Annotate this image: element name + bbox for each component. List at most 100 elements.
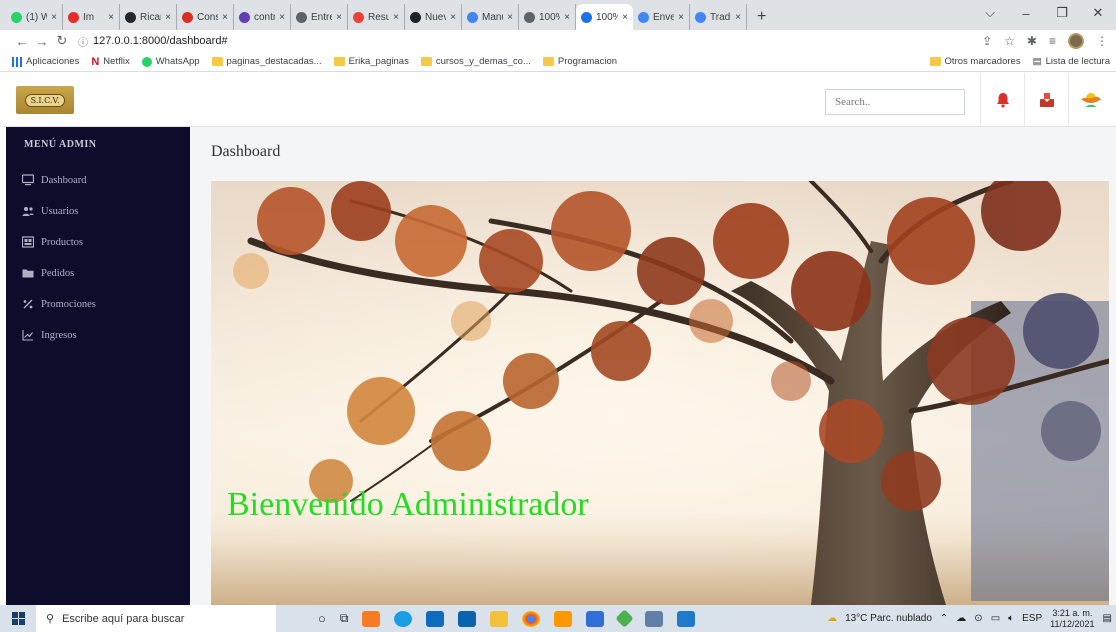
- tab-close-icon[interactable]: ×: [735, 12, 741, 23]
- tab-close-icon[interactable]: ×: [108, 12, 114, 23]
- bookmark-item[interactable]: cursos_y_demas_co...: [420, 56, 531, 67]
- tab-search-icon[interactable]: ⌵: [972, 5, 1008, 21]
- reading-list-button[interactable]: ▤ Lista de lectura: [1033, 56, 1110, 67]
- tab-title: Result: [368, 11, 389, 23]
- browser-tab[interactable]: Result ×: [348, 4, 405, 30]
- user-menu-button[interactable]: [1068, 73, 1112, 127]
- store-app-icon[interactable]: [426, 610, 445, 627]
- bookmark-item[interactable]: Programacion: [542, 56, 618, 67]
- browser-tab[interactable]: contro ×: [234, 4, 291, 30]
- sidebar-item-dashboard[interactable]: Dashboard: [22, 174, 87, 186]
- sidebar-item-label: Promociones: [41, 298, 96, 310]
- weather-text[interactable]: 13°C Parc. nublado: [845, 613, 932, 624]
- bookmark-item[interactable]: Erika_paginas: [333, 56, 409, 67]
- restore-button[interactable]: ❐: [1044, 5, 1080, 21]
- browser-tab[interactable]: Conso ×: [177, 4, 234, 30]
- vscode-app-icon[interactable]: [677, 610, 696, 627]
- search-icon: ⚲: [46, 613, 55, 625]
- share-icon[interactable]: ⇪: [982, 34, 992, 48]
- tab-close-icon[interactable]: ×: [165, 12, 171, 23]
- paint-app-icon[interactable]: [645, 610, 664, 627]
- volume-icon[interactable]: 🔈︎: [1008, 613, 1014, 624]
- tab-close-icon[interactable]: ×: [450, 12, 456, 23]
- sidebar-item-pedidos[interactable]: Pedidos: [22, 267, 74, 279]
- sublime-app-icon[interactable]: [554, 610, 573, 627]
- explorer-app-icon[interactable]: [490, 610, 509, 627]
- bookmark-label: Programacion: [557, 56, 618, 67]
- display-icon[interactable]: ▭: [991, 613, 1000, 624]
- browser-tab[interactable]: 100% ×: [519, 4, 576, 30]
- xampp-app-icon[interactable]: [362, 610, 381, 627]
- other-bookmarks-folder[interactable]: Otros marcadores: [929, 56, 1021, 67]
- cortana-icon[interactable]: ○: [318, 611, 326, 626]
- bookmark-item[interactable]: Aplicaciones: [12, 56, 79, 67]
- tab-close-icon[interactable]: ×: [393, 12, 399, 23]
- chrome-app-icon[interactable]: [522, 610, 541, 627]
- system-clock[interactable]: 3:21 a. m. 11/12/2021: [1050, 608, 1094, 630]
- bookmark-item[interactable]: WhatsApp: [141, 56, 200, 67]
- tab-title: (1) Wh: [26, 11, 47, 23]
- browser-tab[interactable]: 100% ×: [576, 4, 633, 30]
- folder-icon: [333, 57, 345, 66]
- browser-tab[interactable]: Ricard ×: [120, 4, 177, 30]
- tab-close-icon[interactable]: ×: [507, 12, 513, 23]
- tab-close-icon[interactable]: ×: [336, 12, 342, 23]
- browser-tab[interactable]: Envelo ×: [633, 4, 690, 30]
- bookmark-item[interactable]: paginas_destacadas...: [211, 56, 322, 67]
- forward-button[interactable]: →: [32, 34, 52, 49]
- browser-tab[interactable]: (1) Wh ×: [6, 4, 63, 30]
- tab-title: Ricard: [140, 11, 161, 23]
- mail-app-icon[interactable]: [458, 610, 477, 627]
- new-tab-button[interactable]: +: [747, 8, 776, 30]
- language-indicator[interactable]: ESP: [1022, 613, 1042, 624]
- notifications-button[interactable]: [980, 73, 1024, 127]
- messages-button[interactable]: [1024, 73, 1068, 127]
- percent-icon: [23, 299, 33, 309]
- sidebar-item-label: Dashboard: [41, 174, 87, 186]
- tray-expand-icon[interactable]: ⌃: [940, 613, 948, 624]
- browser-tab[interactable]: Entreg ×: [291, 4, 348, 30]
- browser-tab[interactable]: Nueva ×: [405, 4, 462, 30]
- close-window-button[interactable]: ✕: [1080, 5, 1116, 21]
- task-view-icon[interactable]: ⧉: [340, 611, 349, 626]
- menu-icon[interactable]: ⋮: [1096, 34, 1108, 48]
- sidebar-item-ingresos[interactable]: Ingresos: [22, 329, 77, 341]
- browser-tab[interactable]: Traduc ×: [690, 4, 747, 30]
- site-info-icon[interactable]: ⓘ: [78, 34, 88, 49]
- autumn-tree-illustration: [211, 181, 1109, 605]
- profile-avatar[interactable]: [1068, 33, 1084, 49]
- back-button[interactable]: ←: [12, 34, 32, 49]
- network-icon[interactable]: ⊙: [974, 613, 982, 624]
- tab-close-icon[interactable]: ×: [564, 12, 570, 23]
- taskbar-search-box[interactable]: ⚲ Escribe aquí para buscar: [36, 605, 276, 632]
- onedrive-icon[interactable]: ☁: [956, 613, 966, 624]
- tab-close-icon[interactable]: ×: [622, 12, 628, 23]
- tab-title: Traduc: [710, 11, 731, 23]
- start-button[interactable]: [0, 605, 36, 632]
- bookmark-item[interactable]: N Netflix: [91, 56, 129, 68]
- weather-icon[interactable]: ☁: [827, 613, 837, 624]
- sidebar-item-productos[interactable]: Productos: [22, 236, 83, 248]
- sidebar-item-usuarios[interactable]: Usuarios: [22, 205, 78, 217]
- app-logo[interactable]: S.I.C.V.: [16, 86, 74, 114]
- sidebar-item-promociones[interactable]: Promociones: [22, 298, 96, 310]
- browser-tab[interactable]: Manua ×: [462, 4, 519, 30]
- notifications-center-icon[interactable]: ▤: [1103, 613, 1112, 624]
- tab-close-icon[interactable]: ×: [51, 12, 57, 23]
- url-text: 127.0.0.1:8000/dashboard#: [93, 35, 228, 47]
- bookmark-star-icon[interactable]: ☆: [1004, 34, 1015, 48]
- extensions-icon[interactable]: ✱: [1027, 34, 1037, 48]
- tab-close-icon[interactable]: ×: [279, 12, 285, 23]
- url-field[interactable]: ⓘ 127.0.0.1:8000/dashboard#: [78, 34, 228, 49]
- edge-app-icon[interactable]: [394, 610, 413, 627]
- search-input[interactable]: [825, 89, 965, 115]
- notes-app-icon[interactable]: [586, 610, 605, 627]
- reading-list-icon[interactable]: ≡: [1049, 34, 1056, 48]
- minimize-button[interactable]: –: [1008, 6, 1044, 21]
- reload-button[interactable]: ↻: [52, 33, 72, 49]
- tab-close-icon[interactable]: ×: [222, 12, 228, 23]
- tab-close-icon[interactable]: ×: [678, 12, 684, 23]
- browser-tab[interactable]: Im ×: [63, 4, 120, 30]
- git-app-icon[interactable]: [615, 609, 635, 628]
- reading-list-icon: ▤: [1032, 56, 1042, 67]
